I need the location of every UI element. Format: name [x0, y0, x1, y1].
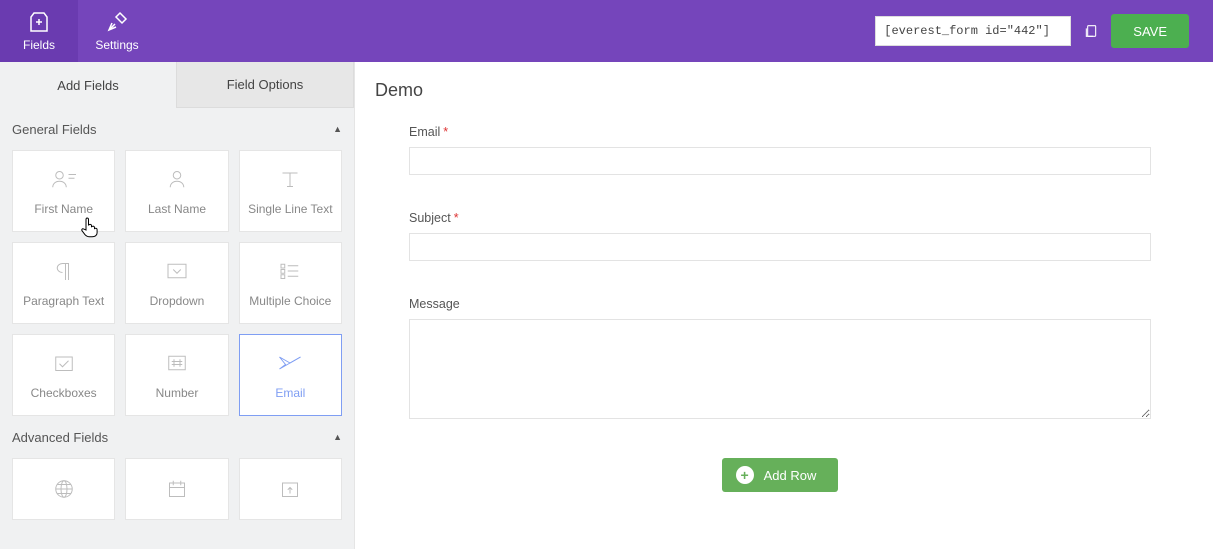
multiple-choice-icon [275, 258, 305, 284]
field-single-line-text[interactable]: Single Line Text [239, 150, 342, 232]
section-title: General Fields [12, 122, 97, 137]
add-row-button[interactable]: + Add Row [722, 458, 839, 492]
sidebar: Add Fields Field Options General Fields … [0, 62, 355, 549]
field-label: First Name [34, 202, 93, 216]
add-row-label: Add Row [764, 468, 817, 483]
save-button[interactable]: SAVE [1111, 14, 1189, 48]
field-label: Paragraph Text [23, 294, 104, 308]
field-label: Email* [409, 125, 1151, 139]
tab-field-options[interactable]: Field Options [176, 62, 354, 108]
section-header-general-fields[interactable]: General Fields ▲ [12, 108, 342, 150]
form-field-email[interactable]: Email* [409, 125, 1151, 175]
field-paragraph-text[interactable]: Paragraph Text [12, 242, 115, 324]
field-number[interactable]: Number [125, 334, 228, 416]
field-label: Email [275, 386, 305, 400]
header-tab-settings[interactable]: Settings [78, 0, 156, 62]
field-email[interactable]: Email [239, 334, 342, 416]
globe-icon [49, 476, 79, 502]
field-label: Multiple Choice [249, 294, 331, 308]
field-label: Last Name [148, 202, 206, 216]
fields-icon [27, 10, 51, 34]
header-right: [everest_form id="442"] SAVE [875, 0, 1213, 62]
subject-input[interactable] [409, 233, 1151, 261]
top-header: Fields Settings [everest_form id="442"] … [0, 0, 1213, 62]
dropdown-icon [162, 258, 192, 284]
last-name-icon [162, 166, 192, 192]
shortcode-display[interactable]: [everest_form id="442"] [875, 16, 1071, 46]
field-label: Single Line Text [248, 202, 333, 216]
clipboard-icon[interactable] [1083, 23, 1099, 39]
field-label: Checkboxes [31, 386, 97, 400]
text-icon [275, 166, 305, 192]
section-title: Advanced Fields [12, 430, 108, 445]
field-website[interactable] [12, 458, 115, 520]
header-tab-fields[interactable]: Fields [0, 0, 78, 62]
field-label: Dropdown [150, 294, 205, 308]
first-name-icon [49, 166, 79, 192]
section-header-advanced-fields[interactable]: Advanced Fields ▲ [12, 416, 342, 458]
field-label: Number [156, 386, 199, 400]
plus-icon: + [736, 466, 754, 484]
number-icon [162, 350, 192, 376]
collapse-icon: ▲ [333, 124, 342, 134]
upload-icon [275, 476, 305, 502]
header-tab-label: Settings [95, 38, 138, 52]
field-first-name[interactable]: First Name [12, 150, 115, 232]
field-dropdown[interactable]: Dropdown [125, 242, 228, 324]
field-checkboxes[interactable]: Checkboxes [12, 334, 115, 416]
field-multiple-choice[interactable]: Multiple Choice [239, 242, 342, 324]
header-tab-label: Fields [23, 38, 55, 52]
settings-icon [105, 10, 129, 34]
message-textarea[interactable] [409, 319, 1151, 419]
collapse-icon: ▲ [333, 432, 342, 442]
calendar-icon [162, 476, 192, 502]
form-title[interactable]: Demo [375, 80, 1185, 101]
form-field-message[interactable]: Message [409, 297, 1151, 422]
form-canvas: Demo Email* Subject* Message + Add Row [355, 62, 1213, 549]
paragraph-icon [49, 258, 79, 284]
field-label: Subject* [409, 211, 1151, 225]
field-label: Message [409, 297, 1151, 311]
field-last-name[interactable]: Last Name [125, 150, 228, 232]
form-field-subject[interactable]: Subject* [409, 211, 1151, 261]
checkboxes-icon [49, 350, 79, 376]
email-icon [275, 350, 305, 376]
tab-add-fields[interactable]: Add Fields [0, 62, 176, 108]
field-upload[interactable] [239, 458, 342, 520]
email-input[interactable] [409, 147, 1151, 175]
field-date[interactable] [125, 458, 228, 520]
